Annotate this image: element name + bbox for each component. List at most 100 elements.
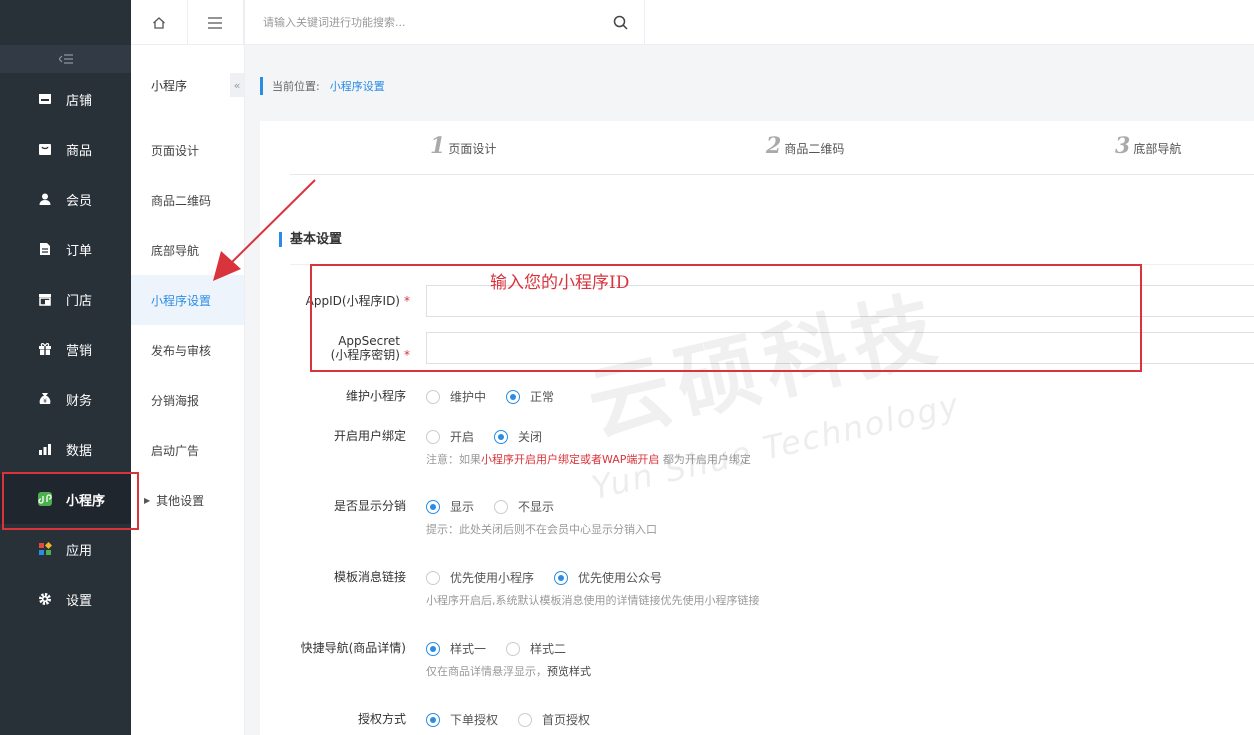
radio-unchecked[interactable]: [494, 499, 509, 514]
sub-item-label: 启动广告: [151, 443, 200, 458]
distribution-option-show[interactable]: 显示: [426, 498, 474, 515]
sidebar-item-label: 小程序: [66, 493, 106, 509]
bar-chart-icon: [38, 442, 52, 456]
radio-unchecked[interactable]: [426, 429, 440, 444]
apps-icon: [38, 542, 52, 556]
step-number: 3: [1115, 133, 1131, 159]
radio-checked[interactable]: [426, 499, 440, 514]
sub-item-label: 其他设置: [156, 493, 205, 508]
sub-sidebar-title-text: 小程序: [151, 78, 188, 93]
option-label: 优先使用公众号: [578, 571, 663, 585]
option-label: 关闭: [518, 430, 543, 444]
step-goods-qrcode[interactable]: 2 商品二维码: [766, 133, 844, 159]
quick-nav-option-style2[interactable]: 样式二: [506, 640, 566, 657]
binding-option-on[interactable]: 开启: [426, 428, 474, 445]
appsecret-label-text: AppSecret: [338, 334, 400, 348]
appsecret-label: AppSecret (小程序密钥) *: [260, 334, 410, 362]
sidebar-item-finance[interactable]: ¥ 财务: [0, 374, 131, 424]
sub-item-publish-review[interactable]: 发布与审核: [131, 325, 244, 375]
sidebar-collapse-toggle[interactable]: [0, 45, 131, 73]
quick-nav-hint: 仅在商品详情悬浮显示，预览样式: [426, 663, 591, 679]
step-bottom-nav[interactable]: 3 底部导航: [1115, 133, 1181, 159]
template-option-official[interactable]: 优先使用公众号: [554, 569, 662, 586]
fold-sub-sidebar-icon[interactable]: «: [230, 73, 244, 97]
sub-item-launch-ad[interactable]: 启动广告: [131, 425, 244, 475]
step-number: 1: [430, 133, 446, 159]
collapse-menu-icon: [58, 54, 73, 64]
sidebar-item-label: 门店: [66, 293, 93, 309]
hint-text: 注意：如果: [426, 453, 481, 466]
radio-unchecked[interactable]: [518, 712, 533, 727]
auth-option-home[interactable]: 首页授权: [518, 711, 590, 728]
home-button[interactable]: [131, 0, 188, 45]
distribution-option-hide[interactable]: 不显示: [494, 498, 554, 515]
store-icon: [38, 92, 52, 106]
breadcrumb: 当前位置: 小程序设置: [260, 77, 385, 95]
hint-text: 仅在商品详情悬浮显示，: [426, 665, 547, 678]
money-bag-icon: ¥: [38, 392, 52, 406]
maintain-label: 维护小程序: [260, 389, 410, 403]
menu-button[interactable]: [188, 0, 244, 45]
sidebar-item-data[interactable]: 数据: [0, 424, 131, 474]
sidebar-item-orders[interactable]: 订单: [0, 224, 131, 274]
annotation-text: 输入您的小程序ID: [490, 273, 630, 293]
template-link-label: 模板消息链接: [260, 570, 410, 584]
binding-option-off[interactable]: 关闭: [494, 428, 542, 445]
option-label: 下单授权: [450, 713, 499, 727]
sub-item-label: 商品二维码: [151, 193, 212, 208]
step-bar: 1 页面设计 2 商品二维码 3 底部导航: [290, 121, 1254, 175]
radio-checked[interactable]: [494, 429, 509, 444]
radio-unchecked[interactable]: [506, 641, 521, 656]
sidebar-item-apps[interactable]: 应用: [0, 524, 131, 574]
search-icon[interactable]: [613, 15, 628, 30]
auth-option-order[interactable]: 下单授权: [426, 711, 498, 728]
sub-sidebar: 小程序 « 页面设计 商品二维码 底部导航 小程序设置 发布与审核 分销海报 启…: [131, 0, 245, 735]
sidebar-item-label: 财务: [66, 393, 93, 409]
gift-icon: [38, 342, 52, 356]
radio-checked[interactable]: [426, 641, 440, 656]
sub-item-label: 发布与审核: [151, 343, 212, 358]
option-label: 正常: [530, 390, 555, 404]
option-label: 首页授权: [542, 713, 591, 727]
maintain-radio-group: 维护中 正常: [426, 388, 574, 405]
sidebar-item-goods[interactable]: 商品: [0, 124, 131, 174]
template-option-mini[interactable]: 优先使用小程序: [426, 569, 534, 586]
binding-label: 开启用户绑定: [260, 429, 410, 443]
radio-checked[interactable]: [426, 712, 440, 727]
maintain-option-maintaining[interactable]: 维护中: [426, 388, 486, 405]
hamburger-icon: [208, 16, 223, 29]
radio-checked[interactable]: [506, 389, 521, 404]
radio-unchecked[interactable]: [426, 389, 440, 404]
radio-unchecked[interactable]: [426, 570, 440, 585]
option-label: 开启: [450, 430, 475, 444]
sub-item-label: 底部导航: [151, 243, 200, 258]
sub-item-page-design[interactable]: 页面设计: [131, 125, 244, 175]
quick-nav-option-style1[interactable]: 样式一: [426, 640, 486, 657]
distribution-label: 是否显示分销: [260, 499, 410, 513]
search-input[interactable]: [263, 15, 593, 29]
sub-item-label: 分销海报: [151, 393, 200, 408]
step-page-design[interactable]: 1 页面设计: [430, 133, 496, 159]
sub-item-other-settings[interactable]: ▶ 其他设置: [131, 475, 244, 525]
sidebar-item-mini-program[interactable]: 小程序: [0, 474, 131, 524]
search-box: [245, 0, 645, 45]
step-number: 2: [766, 133, 782, 159]
breadcrumb-current[interactable]: 小程序设置: [330, 78, 385, 94]
sidebar-item-store[interactable]: 店铺: [0, 74, 131, 124]
step-label: 页面设计: [448, 142, 497, 156]
maintain-option-normal[interactable]: 正常: [506, 388, 554, 405]
sidebar-item-label: 商品: [66, 143, 93, 159]
sidebar-item-marketing[interactable]: 营销: [0, 324, 131, 374]
preview-style-link[interactable]: 预览样式: [547, 665, 591, 678]
main-sidebar: 店铺 商品 会员 订单 门店 营销 ¥ 财务 数据 小程序 应用 设置: [0, 0, 131, 735]
appid-label: AppID(小程序ID) *: [260, 294, 410, 308]
sidebar-item-members[interactable]: 会员: [0, 174, 131, 224]
step-label: 商品二维码: [784, 142, 845, 156]
sidebar-item-outlets[interactable]: 门店: [0, 274, 131, 324]
sub-item-distribution-poster[interactable]: 分销海报: [131, 375, 244, 425]
radio-checked[interactable]: [554, 570, 569, 585]
sidebar-item-label: 营销: [66, 343, 93, 359]
option-label: 样式二: [530, 642, 567, 656]
binding-radio-group: 开启 关闭: [426, 428, 562, 445]
sidebar-item-settings[interactable]: 设置: [0, 574, 131, 624]
